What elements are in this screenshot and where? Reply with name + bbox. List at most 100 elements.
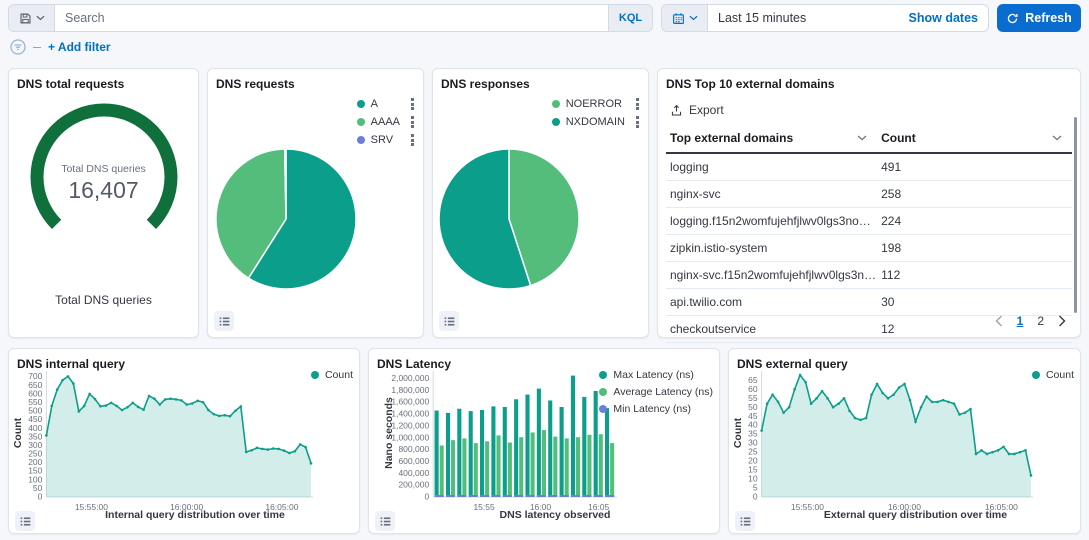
time-range-value[interactable]: Last 15 minutes: [708, 5, 909, 31]
refresh-button[interactable]: Refresh: [997, 4, 1081, 32]
avg-latency-bar[interactable]: [440, 445, 444, 497]
max-latency-bar[interactable]: [560, 407, 564, 497]
legend-menu-icon[interactable]: [635, 97, 640, 111]
legend-toggle-button[interactable]: [214, 311, 234, 331]
axis-tick-label: 1,800,000: [391, 385, 429, 395]
legend-label: NXDOMAIN: [560, 116, 635, 128]
legend-item[interactable]: Max Latency (ns): [599, 369, 713, 381]
legend-item[interactable]: AAAA: [357, 115, 415, 129]
max-latency-bar[interactable]: [525, 395, 529, 497]
legend-item[interactable]: Min Latency (ns): [599, 403, 713, 415]
avg-latency-bar[interactable]: [565, 438, 569, 497]
legend-menu-icon[interactable]: [410, 115, 415, 129]
previous-page-icon[interactable]: [995, 315, 1003, 327]
legend-toggle-button[interactable]: [15, 511, 35, 531]
legend-item[interactable]: NOERROR: [552, 97, 640, 111]
gauge-bottom-label: Total DNS queries: [9, 293, 198, 307]
min-latency-bar[interactable]: [503, 495, 512, 497]
domain-cell: nginx-svc.f15n2womfujehfjlwv0lgs3no...: [666, 262, 877, 289]
axis-tick-label: 50: [33, 483, 43, 493]
avg-latency-bar[interactable]: [519, 437, 523, 497]
max-latency-bar[interactable]: [548, 400, 552, 497]
min-latency-bar[interactable]: [469, 495, 478, 497]
kql-badge[interactable]: KQL: [608, 5, 652, 31]
panel-top-external-domains: DNS Top 10 external domains Export Top e…: [657, 68, 1081, 338]
table-scrollbar[interactable]: [1074, 117, 1077, 313]
min-latency-bar[interactable]: [605, 495, 614, 497]
max-latency-bar[interactable]: [435, 411, 439, 497]
max-latency-bar[interactable]: [457, 409, 461, 497]
avg-latency-bar[interactable]: [531, 432, 535, 497]
legend-menu-icon[interactable]: [635, 115, 640, 129]
filter-icon[interactable]: [10, 39, 26, 55]
legend-item[interactable]: SRV: [357, 133, 415, 147]
axis-tick-label: 650: [28, 380, 42, 390]
min-latency-bar[interactable]: [560, 495, 569, 497]
min-latency-bar[interactable]: [514, 495, 523, 497]
min-latency-bar[interactable]: [435, 495, 444, 497]
max-latency-bar[interactable]: [480, 410, 484, 497]
avg-latency-bar[interactable]: [485, 441, 489, 497]
domain-cell: logging: [666, 153, 877, 181]
legend-toggle-button[interactable]: [735, 511, 755, 531]
legend-menu-icon[interactable]: [410, 133, 415, 147]
legend-toggle-button[interactable]: [375, 511, 395, 531]
legend-item[interactable]: Average Latency (ns): [599, 386, 713, 398]
legend-toggle-button[interactable]: [439, 311, 459, 331]
page-1-button[interactable]: 1: [1017, 314, 1024, 328]
min-latency-bar[interactable]: [491, 495, 500, 497]
avg-latency-bar[interactable]: [610, 443, 614, 497]
avg-latency-bar[interactable]: [599, 434, 603, 497]
avg-latency-bar[interactable]: [553, 437, 557, 497]
min-latency-bar[interactable]: [594, 495, 603, 497]
search-input[interactable]: [55, 5, 608, 31]
avg-latency-bar[interactable]: [496, 435, 500, 497]
min-latency-bar[interactable]: [480, 495, 489, 497]
dns-requests-pie[interactable]: [212, 141, 362, 291]
column-header-count[interactable]: Count: [877, 125, 1072, 153]
dns-responses-pie[interactable]: [437, 141, 587, 291]
min-latency-bar[interactable]: [446, 495, 455, 497]
add-filter-link[interactable]: + Add filter: [48, 40, 111, 54]
max-latency-bar[interactable]: [469, 411, 473, 497]
calendar-button[interactable]: [662, 5, 708, 31]
avg-latency-bar[interactable]: [542, 430, 546, 497]
legend-dot: [552, 118, 560, 126]
max-latency-bar[interactable]: [514, 399, 518, 497]
avg-latency-bar[interactable]: [587, 435, 591, 497]
max-latency-bar[interactable]: [537, 389, 541, 497]
max-latency-bar[interactable]: [503, 407, 507, 497]
legend-item[interactable]: Count: [311, 369, 353, 381]
max-latency-bar[interactable]: [605, 408, 609, 497]
min-latency-bar[interactable]: [582, 495, 591, 497]
avg-latency-bar[interactable]: [462, 438, 466, 497]
min-latency-bar[interactable]: [525, 495, 534, 497]
list-icon: [218, 315, 231, 328]
table-row: logging491: [666, 153, 1072, 181]
legend-item[interactable]: NXDOMAIN: [552, 115, 640, 129]
column-header-domains[interactable]: Top external domains: [666, 125, 877, 153]
legend-item[interactable]: A: [357, 97, 415, 111]
avg-latency-bar[interactable]: [576, 437, 580, 497]
max-latency-bar[interactable]: [446, 413, 450, 497]
max-latency-bar[interactable]: [491, 406, 495, 497]
avg-latency-bar[interactable]: [451, 440, 455, 497]
min-latency-bar[interactable]: [548, 495, 557, 497]
min-latency-bar[interactable]: [457, 495, 466, 497]
max-latency-bar[interactable]: [594, 391, 598, 497]
min-latency-bar[interactable]: [537, 495, 546, 497]
legend-item[interactable]: Count: [1032, 369, 1074, 381]
max-latency-bar[interactable]: [582, 397, 586, 497]
max-latency-bar[interactable]: [571, 376, 575, 497]
legend-menu-icon[interactable]: [410, 97, 415, 111]
avg-latency-bar[interactable]: [508, 443, 512, 497]
axis-tick-label: 16:05: [588, 502, 610, 512]
saved-query-button[interactable]: [9, 5, 55, 31]
show-dates-link[interactable]: Show dates: [909, 5, 988, 31]
min-latency-bar[interactable]: [571, 495, 580, 497]
next-page-icon[interactable]: [1058, 315, 1066, 327]
avg-latency-bar[interactable]: [474, 443, 478, 497]
page-2-button[interactable]: 2: [1037, 314, 1044, 328]
axis-tick-label: 300: [28, 440, 42, 450]
export-button[interactable]: Export: [670, 103, 740, 117]
